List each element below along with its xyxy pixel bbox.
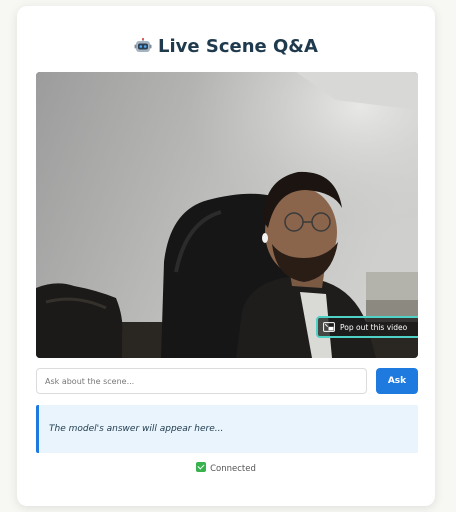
page-title-text: Live Scene Q&A <box>158 36 318 57</box>
answer-text: The model's answer will appear here... <box>49 424 224 434</box>
connection-status: Connected <box>17 462 435 474</box>
check-icon <box>196 462 207 472</box>
ask-button[interactable]: Ask <box>376 368 418 394</box>
page-title: Live Scene Q&A <box>17 36 435 57</box>
video-feed[interactable]: Pop out this video <box>36 72 418 358</box>
app-card: Live Scene Q&A Pop out this video Ask ab… <box>17 6 435 506</box>
answer-box: The model's answer will appear here... <box>36 405 418 453</box>
robot-icon <box>134 38 152 54</box>
status-text: Connected <box>210 464 256 474</box>
popout-label: Pop out this video <box>340 322 408 332</box>
question-input[interactable] <box>36 368 367 394</box>
popout-video-button[interactable]: Pop out this video <box>316 316 418 338</box>
picture-in-picture-icon <box>323 322 335 332</box>
